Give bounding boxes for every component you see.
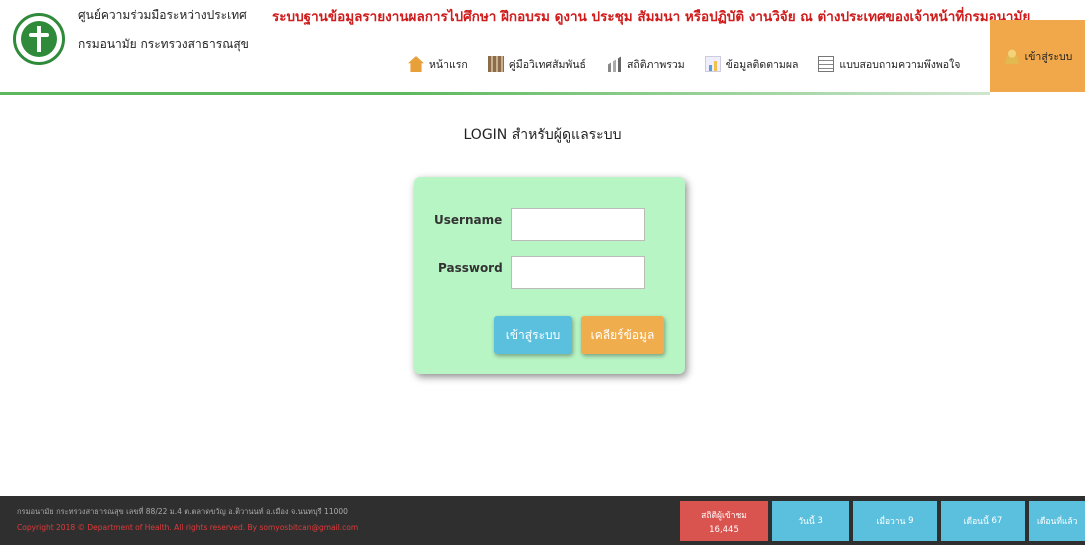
password-input[interactable] xyxy=(511,256,645,289)
stat-label: สถิติผู้เข้าชม xyxy=(701,510,747,521)
visitor-stats-last-month: เดือนที่แล้ว xyxy=(1029,501,1085,541)
nav-item-label: สถิติภาพรวม xyxy=(626,58,685,71)
footer-address: กรมอนามัย กระทรวงสาธารณสุข เลขที่ 88/22 … xyxy=(17,507,348,516)
nav-item-statistics[interactable]: สถิติภาพรวม xyxy=(605,51,685,77)
nav-item-label: เข้าสู่ระบบ xyxy=(1024,50,1073,63)
nav-item-label: คู่มือวิเทศสัมพันธ์ xyxy=(508,58,586,71)
user-icon xyxy=(1002,48,1021,64)
nav-item-followup[interactable]: ข้อมูลติดตามผล xyxy=(704,51,799,77)
stat-label: เดือนนี้ xyxy=(963,517,989,527)
header-divider xyxy=(0,92,990,95)
visitor-stats-this-month: เดือนนี้ 67 xyxy=(941,501,1025,541)
nav-item-label: แบบสอบถามความพึงพอใจ xyxy=(839,58,961,71)
stat-value: 67 xyxy=(991,516,1003,526)
home-icon xyxy=(408,56,424,72)
site-header: ศูนย์ความร่วมมือระหว่างประเทศ กรมอนามัย … xyxy=(0,0,1085,95)
nav-item-manual[interactable]: คู่มือวิเทศสัมพันธ์ xyxy=(487,51,586,77)
password-label: Password xyxy=(438,261,503,275)
department-of-health-logo xyxy=(13,13,65,65)
stat-value: 9 xyxy=(908,516,914,526)
nav-item-login[interactable]: เข้าสู่ระบบ xyxy=(990,20,1085,92)
nav-item-home[interactable]: หน้าแรก xyxy=(408,51,468,77)
stat-label: วันนี้ xyxy=(798,517,815,527)
username-input[interactable] xyxy=(511,208,645,241)
page-title: LOGIN สำหรับผู้ดูแลระบบ xyxy=(463,127,622,143)
nav-item-label: หน้าแรก xyxy=(429,58,468,71)
username-label: Username xyxy=(434,213,503,227)
visitor-stats-total: สถิติผู้เข้าชม 16,445 xyxy=(680,501,768,541)
main-nav: หน้าแรก คู่มือวิเทศสัมพันธ์ สถิติภาพรวม … xyxy=(408,50,980,78)
org-name-line2: กรมอนามัย กระทรวงสาธารณสุข xyxy=(78,37,249,51)
visitor-stats-yesterday: เมื่อวาน 9 xyxy=(853,501,937,541)
copyright-text: Copyright 2018 © Department of Health. A… xyxy=(17,523,258,532)
site-title: ระบบฐานข้อมูลรายงานผลการไปศึกษา ฝึกอบรม … xyxy=(272,9,1031,25)
stat-value: 3 xyxy=(817,516,823,526)
footer-copyright: Copyright 2018 © Department of Health. A… xyxy=(17,523,358,532)
survey-icon xyxy=(818,56,835,72)
stat-label: เดือนที่แล้ว xyxy=(1037,517,1078,527)
stat-label: เมื่อวาน xyxy=(876,517,906,527)
org-name-line1: ศูนย์ความร่วมมือระหว่างประเทศ xyxy=(78,8,247,22)
visitor-stats-today: วันนี้ 3 xyxy=(772,501,849,541)
report-icon xyxy=(704,56,721,72)
login-button[interactable]: เข้าสู่ระบบ xyxy=(494,316,572,354)
site-footer: กรมอนามัย กระทรวงสาธารณสุข เลขที่ 88/22 … xyxy=(0,496,1085,545)
contact-email-link[interactable]: somyosbitcan@gmail.com xyxy=(259,523,358,532)
book-icon xyxy=(487,56,504,72)
login-form: Username Password เข้าสู่ระบบ เคลียร์ข้อ… xyxy=(414,177,685,374)
chart-icon xyxy=(605,56,622,72)
nav-item-label: ข้อมูลติดตามผล xyxy=(725,58,799,71)
clear-button[interactable]: เคลียร์ข้อมูล xyxy=(581,316,664,354)
nav-item-survey[interactable]: แบบสอบถามความพึงพอใจ xyxy=(818,51,960,77)
stat-value: 16,445 xyxy=(709,524,739,535)
